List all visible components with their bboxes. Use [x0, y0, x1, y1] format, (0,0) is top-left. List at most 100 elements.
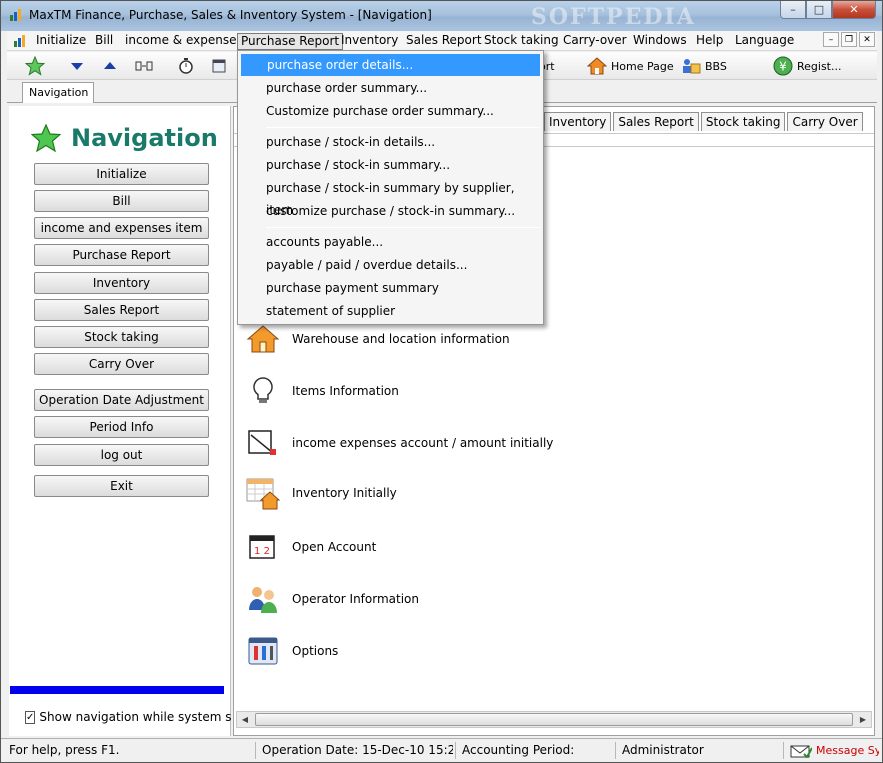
operators-icon	[249, 587, 277, 613]
status-help: For help, press F1.	[9, 743, 120, 757]
tab-navigation[interactable]: Navigation	[22, 82, 94, 103]
entry-operator[interactable]: Operator Information	[246, 582, 419, 616]
entry-inventory-initially[interactable]: Inventory Initially	[246, 476, 397, 510]
account-calendar-icon: 1 2	[249, 535, 275, 559]
mdi-minimize-icon[interactable]: –	[823, 32, 839, 47]
close-button[interactable]: ✕	[832, 1, 876, 19]
menu-item-customize-order-summary[interactable]: Customize purchase order summary...	[240, 100, 541, 122]
nav-button-bill[interactable]: Bill	[34, 190, 209, 212]
toggle-view-button[interactable]	[135, 56, 153, 76]
title-bar[interactable]: MaxTM Finance, Purchase, Sales & Invento…	[1, 1, 882, 31]
tab-inventory[interactable]: Inventory	[544, 112, 612, 131]
menu-item-statement-of-supplier[interactable]: statement of supplier	[240, 300, 541, 322]
navigation-pane: Navigation Initialize Bill income and ex…	[9, 106, 231, 736]
svg-text:1 2: 1 2	[254, 546, 270, 557]
show-navigation-checkbox[interactable]: ✓	[25, 710, 36, 724]
entry-warehouse-label: Warehouse and location information	[292, 332, 510, 346]
menu-item-stock-in-summary-supplier[interactable]: purchase / stock-in summary by supplier,…	[240, 177, 541, 217]
tab-carry-over[interactable]: Carry Over	[787, 112, 863, 131]
nav-button-income-expenses[interactable]: income and expenses item	[34, 217, 209, 239]
envelope-icon	[790, 745, 812, 758]
menu-item-accounts-payable[interactable]: accounts payable...	[240, 231, 541, 253]
menu-stock-taking[interactable]: Stock taking	[481, 33, 562, 50]
toggle-icon	[135, 61, 153, 71]
menu-item-stock-in-summary[interactable]: purchase / stock-in summary...	[240, 154, 541, 176]
entry-items[interactable]: Items Information	[246, 374, 399, 408]
entry-items-label: Items Information	[292, 384, 399, 398]
show-navigation-option[interactable]: ✓ Show navigation while system sta	[25, 710, 231, 724]
entry-open-account-label: Open Account	[292, 540, 377, 554]
nav-button-operation-date[interactable]: Operation Date Adjustment	[34, 389, 209, 411]
register-button[interactable]: ¥ Regist...	[773, 56, 842, 76]
nav-button-period-info[interactable]: Period Info	[34, 416, 209, 438]
content-tabs: Inventory Sales Report Stock taking Carr…	[544, 112, 865, 131]
nav-button-log-out[interactable]: log out	[34, 444, 209, 466]
nav-button-stock-taking[interactable]: Stock taking	[34, 326, 209, 348]
home-page-button[interactable]: Home Page	[587, 56, 674, 76]
entry-options[interactable]: Options	[246, 634, 338, 668]
menu-item-payment-summary[interactable]: purchase payment summary	[240, 277, 541, 299]
application-window: MaxTM Finance, Purchase, Sales & Invento…	[0, 0, 883, 763]
app-icon	[10, 9, 21, 21]
entry-warehouse[interactable]: Warehouse and location information	[246, 322, 510, 356]
menu-item-payable-paid-overdue[interactable]: payable / paid / overdue details...	[240, 254, 541, 276]
mdi-close-icon[interactable]: ✕	[859, 32, 875, 47]
nav-button-exit[interactable]: Exit	[34, 475, 209, 497]
menu-language[interactable]: Language	[732, 33, 797, 50]
show-navigation-label: Show navigation while system sta	[39, 710, 231, 724]
horizontal-scrollbar[interactable]: ◀ ▶	[236, 711, 872, 728]
tab-sales-report[interactable]: Sales Report	[613, 112, 699, 131]
bbs-icon	[683, 59, 701, 74]
entry-options-label: Options	[292, 644, 339, 658]
menu-windows[interactable]: Windows	[630, 33, 690, 50]
tab-stock-taking[interactable]: Stock taking	[700, 112, 786, 131]
menu-income-expenses[interactable]: income & expenses	[122, 33, 246, 50]
menu-sales-report[interactable]: Sales Report	[403, 33, 485, 50]
mdi-restore-icon[interactable]: ❐	[841, 32, 857, 47]
move-up-button[interactable]	[102, 56, 118, 76]
nav-button-purchase-report[interactable]: Purchase Report	[34, 244, 209, 266]
status-message-label: Message Sy	[816, 744, 879, 757]
menu-item-purchase-order-details[interactable]: purchase order details...	[241, 54, 540, 76]
softpedia-watermark: SOFTPEDIA	[531, 4, 696, 30]
bbs-label: BBS	[705, 59, 727, 73]
options-icon	[248, 637, 278, 665]
menu-item-customize-stock-in-summary[interactable]: customize purchase / stock-in summary...	[240, 200, 541, 222]
nav-button-inventory[interactable]: Inventory	[34, 272, 209, 294]
nav-button-initialize[interactable]: Initialize	[34, 163, 209, 185]
nav-button-carry-over[interactable]: Carry Over	[34, 353, 209, 375]
status-operation-date: Operation Date: 15-Dec-10 15:21:09	[255, 742, 453, 759]
entry-income-expenses[interactable]: income expenses account / amount initial…	[246, 426, 553, 460]
navigation-title: Navigation	[71, 124, 218, 152]
navigation-heading: Navigation	[31, 124, 218, 152]
menu-carry-over[interactable]: Carry-over	[560, 33, 630, 50]
move-down-button[interactable]	[69, 56, 85, 76]
maximize-button[interactable]: □	[806, 1, 832, 19]
progress-bar	[10, 686, 224, 694]
menu-item-purchase-order-summary[interactable]: purchase order summary...	[240, 77, 541, 99]
scroll-right-icon[interactable]: ▶	[855, 712, 871, 727]
menu-item-stock-in-details[interactable]: purchase / stock-in details...	[240, 131, 541, 153]
menu-purchase-report[interactable]: Purchase Report	[237, 33, 344, 50]
menu-help[interactable]: Help	[693, 33, 726, 50]
timer-button[interactable]	[177, 56, 195, 76]
favorites-star-button[interactable]	[25, 56, 45, 76]
window-button[interactable]	[211, 56, 227, 76]
status-message[interactable]: Message Sy	[783, 742, 879, 759]
status-bar: For help, press F1. Operation Date: 15-D…	[1, 738, 882, 762]
house-icon	[246, 325, 280, 353]
nav-button-sales-report[interactable]: Sales Report	[34, 299, 209, 321]
scroll-left-icon[interactable]: ◀	[237, 712, 253, 727]
scroll-thumb[interactable]	[255, 713, 853, 726]
menu-initialize[interactable]: Initialize	[33, 33, 89, 50]
menu-bill[interactable]: Bill	[92, 33, 116, 50]
bbs-button[interactable]: BBS	[681, 56, 727, 76]
menu-separator	[266, 127, 540, 128]
menu-inventory[interactable]: Inventory	[338, 33, 401, 50]
svg-text:¥: ¥	[779, 60, 787, 74]
entry-open-account[interactable]: 1 2 Open Account	[246, 530, 376, 564]
register-label: Regist...	[797, 59, 842, 73]
register-yen-icon: ¥	[773, 56, 793, 76]
entry-income-expenses-label: income expenses account / amount initial…	[292, 436, 554, 450]
minimize-button[interactable]: –	[780, 1, 806, 19]
